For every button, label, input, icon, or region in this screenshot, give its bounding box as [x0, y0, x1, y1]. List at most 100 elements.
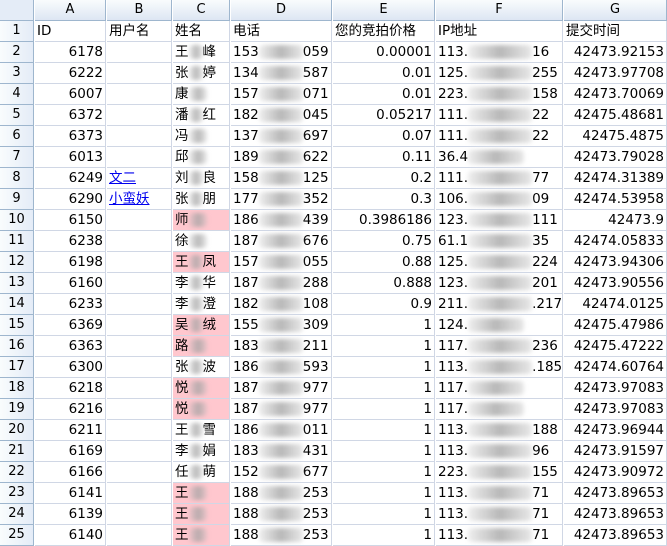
id-cell[interactable]: 6178: [35, 42, 106, 63]
username-cell[interactable]: [107, 357, 172, 378]
submit-time-cell[interactable]: 42473.90972: [564, 462, 667, 483]
name-cell[interactable]: 邱: [173, 147, 230, 168]
id-cell[interactable]: 6372: [35, 105, 106, 126]
bid-price-cell[interactable]: 0.01: [333, 63, 435, 84]
ip-address-cell[interactable]: 223. 155: [436, 462, 563, 483]
bid-price-cell[interactable]: 1: [333, 378, 435, 399]
ip-address-cell[interactable]: 123. 111: [436, 210, 563, 231]
ip-address-cell[interactable]: 223. 158: [436, 84, 563, 105]
name-cell[interactable]: 悦: [173, 399, 230, 420]
phone-cell[interactable]: 157 055: [231, 252, 332, 273]
phone-cell[interactable]: 137 697: [231, 126, 332, 147]
username-cell[interactable]: [107, 231, 172, 252]
name-cell[interactable]: 吴绒: [173, 315, 230, 336]
username-cell[interactable]: [107, 378, 172, 399]
row-header-19[interactable]: 19: [0, 399, 34, 420]
ip-address-cell[interactable]: 111. 22: [436, 105, 563, 126]
ip-address-cell[interactable]: 113. 96: [436, 441, 563, 462]
row-header-16[interactable]: 16: [0, 336, 34, 357]
submit-time-cell[interactable]: 42473.97083: [564, 378, 667, 399]
submit-time-cell[interactable]: 42473.70069: [564, 84, 667, 105]
phone-cell[interactable]: 155 309: [231, 315, 332, 336]
bid-price-cell[interactable]: 0.11: [333, 147, 435, 168]
id-cell[interactable]: 6141: [35, 483, 106, 504]
row-header-20[interactable]: 20: [0, 420, 34, 441]
id-cell[interactable]: 6290: [35, 189, 106, 210]
ip-address-cell[interactable]: 111. 77: [436, 168, 563, 189]
row-header-18[interactable]: 18: [0, 378, 34, 399]
column-header-g[interactable]: G: [564, 0, 667, 21]
submit-time-cell[interactable]: 42474.60764: [564, 357, 667, 378]
bid-price-cell[interactable]: 1: [333, 441, 435, 462]
name-cell[interactable]: 李华: [173, 273, 230, 294]
name-cell[interactable]: 王: [173, 504, 230, 525]
username-cell[interactable]: [107, 483, 172, 504]
submit-time-cell[interactable]: 42475.4875: [564, 126, 667, 147]
phone-cell[interactable]: 183 431: [231, 441, 332, 462]
phone-cell[interactable]: 134 587: [231, 63, 332, 84]
column-header-f[interactable]: F: [436, 0, 563, 21]
submit-time-cell[interactable]: 42473.9: [564, 210, 667, 231]
column-title-5[interactable]: 您的竞拍价格: [333, 21, 435, 42]
username-cell[interactable]: [107, 273, 172, 294]
column-title-1[interactable]: ID: [35, 21, 106, 42]
submit-time-cell[interactable]: 42474.31389: [564, 168, 667, 189]
phone-cell[interactable]: 189 622: [231, 147, 332, 168]
column-title-2[interactable]: 用户名: [107, 21, 172, 42]
ip-address-cell[interactable]: 113. 71: [436, 483, 563, 504]
username-link[interactable]: 小蛮妖: [109, 191, 150, 207]
submit-time-cell[interactable]: 42475.47986: [564, 315, 667, 336]
name-cell[interactable]: 刘良: [173, 168, 230, 189]
username-cell[interactable]: [107, 294, 172, 315]
ip-address-cell[interactable]: 117. 236: [436, 336, 563, 357]
ip-address-cell[interactable]: 106. 09: [436, 189, 563, 210]
phone-cell[interactable]: 183 211: [231, 336, 332, 357]
submit-time-cell[interactable]: 42473.97708: [564, 63, 667, 84]
name-cell[interactable]: 师: [173, 210, 230, 231]
phone-cell[interactable]: 188 253: [231, 483, 332, 504]
submit-time-cell[interactable]: 42473.97083: [564, 399, 667, 420]
ip-address-cell[interactable]: 36.4: [436, 147, 563, 168]
ip-address-cell[interactable]: 125. 224: [436, 252, 563, 273]
username-cell[interactable]: [107, 147, 172, 168]
row-header-13[interactable]: 13: [0, 273, 34, 294]
id-cell[interactable]: 6216: [35, 399, 106, 420]
id-cell[interactable]: 6218: [35, 378, 106, 399]
phone-cell[interactable]: 182 108: [231, 294, 332, 315]
username-cell[interactable]: [107, 504, 172, 525]
phone-cell[interactable]: 187 676: [231, 231, 332, 252]
bid-price-cell[interactable]: 1: [333, 399, 435, 420]
username-cell[interactable]: [107, 441, 172, 462]
submit-time-cell[interactable]: 42473.91597: [564, 441, 667, 462]
bid-price-cell[interactable]: 0.3986186: [333, 210, 435, 231]
ip-address-cell[interactable]: 113. 71: [436, 504, 563, 525]
submit-time-cell[interactable]: 42474.53958: [564, 189, 667, 210]
submit-time-cell[interactable]: 42473.89653: [564, 483, 667, 504]
name-cell[interactable]: 王雪: [173, 420, 230, 441]
username-cell[interactable]: [107, 336, 172, 357]
username-cell[interactable]: [107, 462, 172, 483]
row-header-15[interactable]: 15: [0, 315, 34, 336]
submit-time-cell[interactable]: 42475.48681: [564, 105, 667, 126]
ip-address-cell[interactable]: 123. 201: [436, 273, 563, 294]
username-cell[interactable]: [107, 315, 172, 336]
username-cell[interactable]: [107, 252, 172, 273]
name-cell[interactable]: 任萌: [173, 462, 230, 483]
column-header-e[interactable]: E: [333, 0, 435, 21]
column-title-3[interactable]: 姓名: [173, 21, 230, 42]
id-cell[interactable]: 6373: [35, 126, 106, 147]
row-header-1[interactable]: 1: [0, 21, 34, 42]
name-cell[interactable]: 悦: [173, 378, 230, 399]
bid-price-cell[interactable]: 1: [333, 357, 435, 378]
submit-time-cell[interactable]: 42473.89653: [564, 504, 667, 525]
bid-price-cell[interactable]: 1: [333, 420, 435, 441]
row-header-24[interactable]: 24: [0, 504, 34, 525]
ip-address-cell[interactable]: 124.: [436, 315, 563, 336]
bid-price-cell[interactable]: 0.3: [333, 189, 435, 210]
ip-address-cell[interactable]: 117.: [436, 399, 563, 420]
bid-price-cell[interactable]: 0.00001: [333, 42, 435, 63]
row-header-5[interactable]: 5: [0, 105, 34, 126]
phone-cell[interactable]: 158 125: [231, 168, 332, 189]
id-cell[interactable]: 6007: [35, 84, 106, 105]
id-cell[interactable]: 6169: [35, 441, 106, 462]
